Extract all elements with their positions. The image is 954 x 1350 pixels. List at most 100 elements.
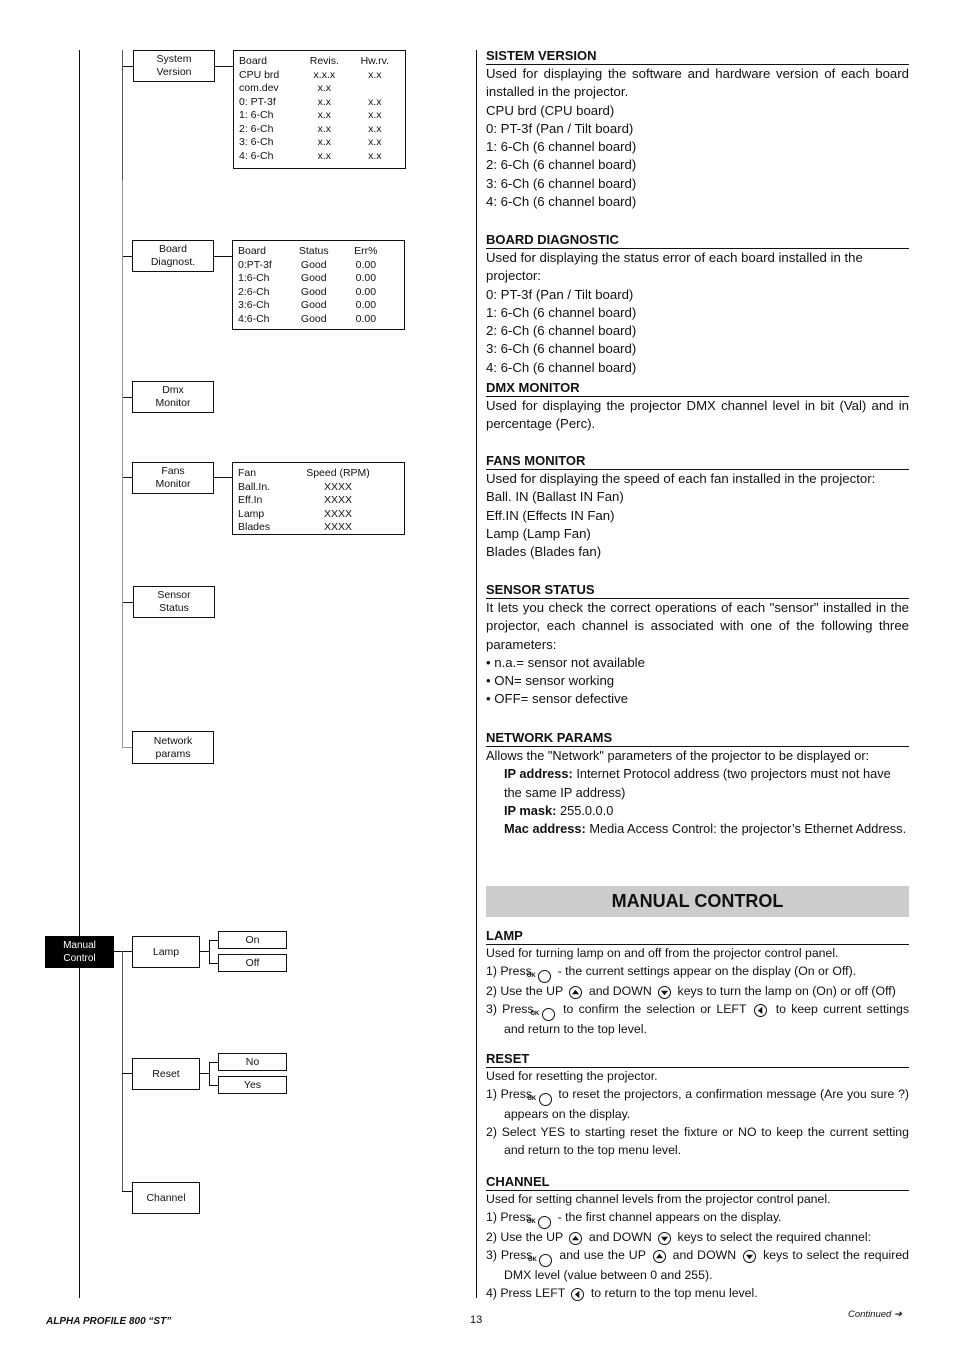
- section-title: SISTEM VERSION: [486, 47, 909, 65]
- desc: Media Access Control: the projector’s Et…: [585, 821, 907, 837]
- ok-key-icon: OK: [527, 1216, 552, 1230]
- section-board-diagnostic: BOARD DIAGNOSTIC Used for displaying the…: [486, 231, 909, 377]
- text: keys to turn the lamp on (On) or off (Of…: [674, 984, 896, 999]
- connector-system-version-panel: [215, 66, 233, 67]
- connector-dmx: [123, 397, 132, 398]
- reset-option-no[interactable]: No: [218, 1053, 287, 1071]
- menu-node-network-params[interactable]: Network params: [132, 731, 214, 764]
- section-intro: Used for setting channel levels from the…: [486, 1192, 831, 1206]
- submenu-trunk-line-upper: [122, 50, 123, 180]
- connector-fans-panel: [214, 477, 233, 478]
- list-item: 2: 6-Ch (6 channel board): [486, 157, 637, 173]
- section-intro: Used for displaying the status error of …: [486, 250, 863, 284]
- board-diagnostic-display: Board Status Err% 0:PT-3f Good 0.00 1:6-Ch Go…: [232, 240, 405, 330]
- menu-node-lamp[interactable]: Lamp: [132, 936, 200, 968]
- section-intro: Used for displaying the speed of each fa…: [486, 471, 876, 486]
- connector-lamp-off: [209, 963, 218, 964]
- step-2: 2) Use the UP and DOWN keys to select th…: [486, 1229, 909, 1247]
- fans-monitor-display: Fan Speed (RPM) Ball.In. XXXX Eff.In XXXX L…: [232, 462, 405, 535]
- table-row: Lamp XXXX: [238, 507, 352, 520]
- table-row: 4: 6-Ch x.x x.x: [239, 149, 382, 162]
- text: and use the UP: [555, 1247, 650, 1262]
- table-row: 2:6-Ch Good 0.00: [238, 285, 377, 298]
- section-fans-monitor: FANS MONITOR Used for displaying the spe…: [486, 452, 909, 561]
- table-row: 1:6-Ch Good 0.00: [238, 272, 377, 284]
- reset-option-yes[interactable]: Yes: [218, 1076, 287, 1094]
- manual-trunk-line: [122, 951, 123, 1191]
- down-key-icon: [743, 1249, 757, 1263]
- menu-node-board-diagnost[interactable]: Board Diagnost.: [132, 240, 214, 272]
- menu-node-fans-monitor[interactable]: Fans Monitor: [132, 462, 214, 494]
- ok-key-icon: OK: [530, 1008, 555, 1022]
- list-item: • OFF= sensor defective: [486, 691, 629, 707]
- text: keys to select the required channel:: [674, 1230, 872, 1245]
- connector-board-diag: [123, 256, 132, 257]
- connector-reset-no: [209, 1062, 218, 1063]
- reset-options-bracket: [209, 1062, 210, 1085]
- list-item: 3: 6-Ch (6 channel board): [486, 175, 637, 191]
- down-key-icon: [658, 1232, 672, 1246]
- down-key-icon: [658, 986, 672, 1000]
- menu-node-sensor-status[interactable]: Sensor Status: [133, 586, 215, 618]
- term: IP address:: [504, 766, 573, 782]
- menu-node-manual-control[interactable]: Manual Control: [45, 936, 114, 968]
- step-1: 1) Press OK to reset the projectors, a c…: [486, 1086, 909, 1124]
- table-row: 0: PT-3f x.x x.x: [239, 95, 382, 108]
- section-title: LAMP: [486, 927, 909, 945]
- table-row: 3:6-Ch Good 0.00: [238, 299, 377, 311]
- table-row: com.dev x.x: [239, 82, 332, 94]
- text: - the current settings appear on the dis…: [554, 963, 857, 978]
- page-number: 13: [470, 1314, 483, 1326]
- menu-node-reset[interactable]: Reset: [132, 1058, 200, 1090]
- list-item: 4: 6-Ch (6 channel board): [486, 194, 637, 210]
- menu-node-system-version[interactable]: System Version: [133, 50, 215, 82]
- list-item: Ball. IN (Ballast IN Fan): [486, 489, 624, 505]
- desc: 255.0.0.0: [556, 802, 614, 818]
- table-header: Fan Speed (RPM): [238, 467, 370, 479]
- section-title: RESET: [486, 1050, 909, 1068]
- connector-board-diag-panel: [214, 256, 233, 257]
- step-2: 2) Use the UP and DOWN keys to turn the …: [486, 983, 909, 1001]
- menu-node-dmx-monitor[interactable]: Dmx Monitor: [132, 381, 214, 413]
- table-header: Board Status Err%: [238, 245, 378, 257]
- text: 2) Use the UP: [486, 984, 567, 999]
- connector-reset-options: [200, 1073, 209, 1074]
- step-3: 3) Press OK to confirm the selection or …: [486, 1001, 909, 1039]
- connector-fans: [123, 477, 132, 478]
- section-sensor-status: SENSOR STATUS It lets you check the corr…: [486, 581, 909, 709]
- list-item: • n.a.= sensor not available: [486, 654, 645, 670]
- section-title: DMX MONITOR: [486, 379, 909, 397]
- section-title: CHANNEL: [486, 1173, 909, 1191]
- list-item: 3: 6-Ch (6 channel board): [486, 341, 637, 357]
- text: - the first channel appears on the displ…: [554, 1209, 782, 1224]
- continued-label: Continued ➔: [848, 1309, 902, 1320]
- section-lamp: LAMP Used for turning lamp on and off fr…: [486, 927, 909, 1039]
- lamp-option-off[interactable]: Off: [218, 954, 287, 972]
- table-row: Ball.In. XXXX: [238, 480, 352, 493]
- text: 4) Press LEFT: [486, 1286, 569, 1301]
- list-item: • ON= sensor working: [486, 673, 615, 689]
- table-row: 4:6-Ch Good 0.00: [238, 312, 377, 325]
- connector-system-version: [123, 66, 133, 67]
- connector-reset: [122, 1073, 132, 1074]
- system-version-display: Board Revis. Hw.rv. CPU brd x.x.x x.x com.…: [233, 50, 406, 169]
- connector-manual-lamp: [114, 951, 132, 952]
- section-intro: Used for turning lamp on and off from th…: [486, 946, 839, 960]
- column-divider: [476, 50, 477, 1298]
- lamp-option-on[interactable]: On: [218, 931, 287, 949]
- connector-sensor: [123, 602, 133, 603]
- list-item: 0: PT-3f (Pan / Tilt board): [486, 120, 634, 136]
- network-item-ip-mask: IP mask: 255.0.0.0: [486, 802, 909, 820]
- up-key-icon: [569, 1232, 583, 1246]
- list-item: 4: 6-Ch (6 channel board): [486, 359, 637, 375]
- term: Mac address:: [504, 821, 586, 837]
- table-header: Board Revis. Hw.rv.: [239, 55, 389, 67]
- left-key-icon: [754, 1003, 768, 1017]
- list-item: Blades (Blades fan): [486, 544, 602, 560]
- text: to confirm the selection or LEFT: [557, 1001, 752, 1016]
- table-row: Blades XXXX: [238, 521, 352, 533]
- menu-node-channel[interactable]: Channel: [132, 1182, 200, 1214]
- section-title: BOARD DIAGNOSTIC: [486, 231, 909, 249]
- ok-key-icon: OK: [527, 970, 552, 984]
- network-item-mac-address: Mac address: Media Access Control: the p…: [486, 820, 909, 838]
